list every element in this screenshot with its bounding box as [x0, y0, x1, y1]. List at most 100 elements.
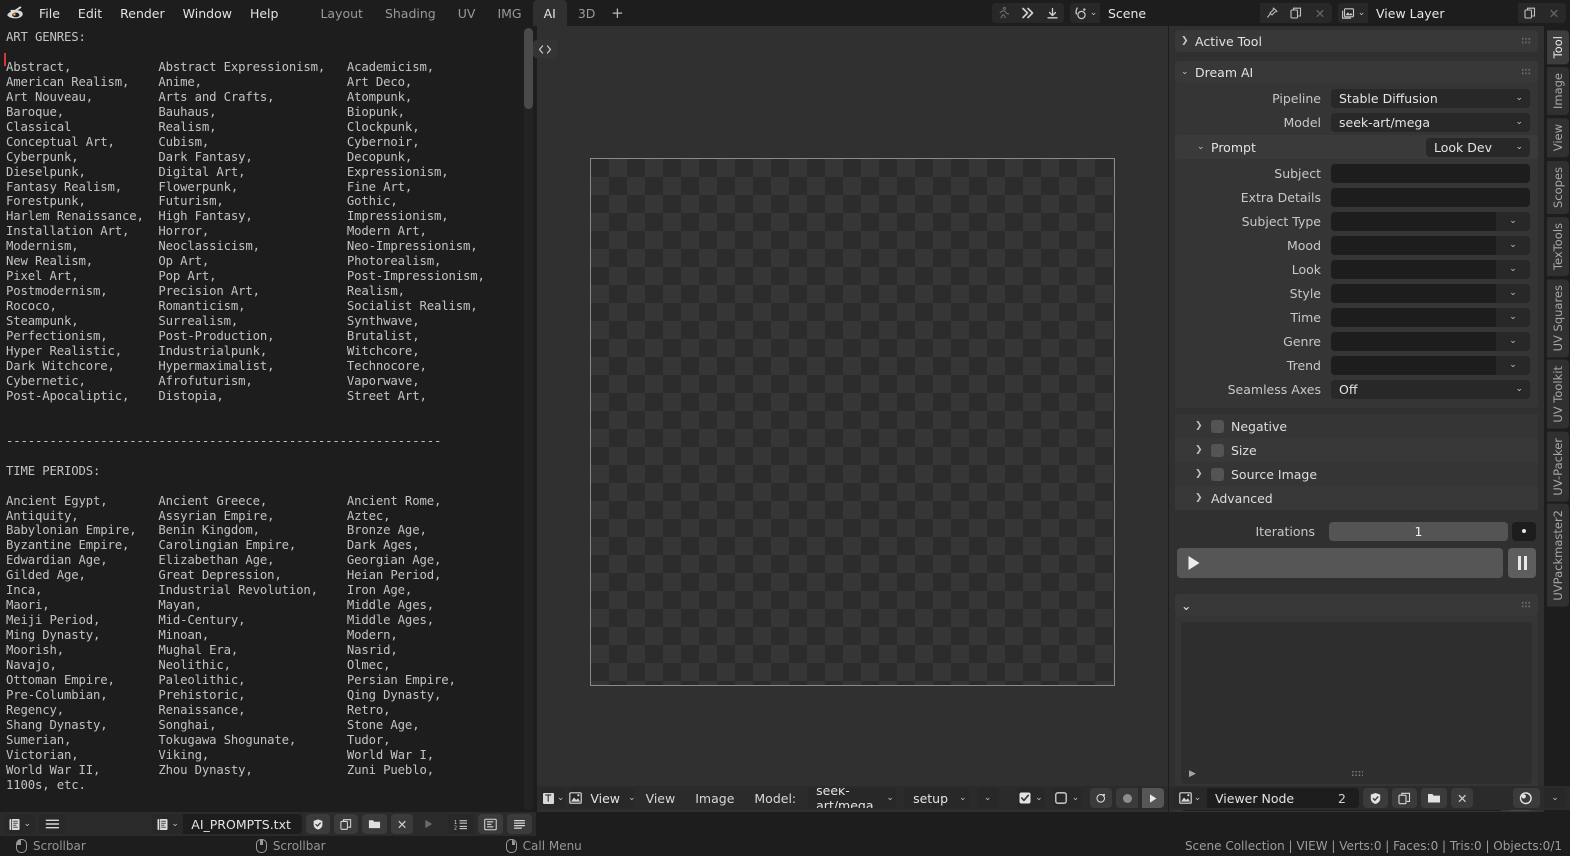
run-script-icon[interactable]: [417, 814, 440, 834]
negative-checkbox[interactable]: [1211, 419, 1224, 433]
text-datablock-selector[interactable]: ⌄ AI_PROMPTS.txt: [152, 814, 303, 834]
unlink-text-icon[interactable]: ✕: [391, 814, 414, 834]
display-channel-toggle[interactable]: ⌄: [1053, 788, 1082, 808]
subpanel-size[interactable]: ❯ Size: [1175, 438, 1538, 462]
unlink-image-icon[interactable]: ✕: [1451, 788, 1474, 808]
time-input[interactable]: ⌄: [1331, 307, 1530, 327]
new-image-icon[interactable]: [1392, 788, 1417, 808]
pipeline-dropdown[interactable]: Stable Diffusion ⌄: [1331, 88, 1530, 108]
checkbox-checked-icon[interactable]: [1017, 788, 1033, 808]
viewer-node-name[interactable]: Viewer Node: [1207, 788, 1325, 808]
new-scene-icon[interactable]: [1284, 3, 1308, 23]
trend-input[interactable]: ⌄: [1331, 355, 1530, 375]
scene-selector[interactable]: ⌄ Scene ✕: [1070, 3, 1332, 23]
prop-tab-image[interactable]: Image: [1547, 67, 1569, 116]
preview-canvas[interactable]: ▶: [1181, 622, 1532, 784]
image-editor-image-menu[interactable]: Image: [687, 788, 742, 808]
view-layer-selector[interactable]: ⌄ View Layer ✕: [1338, 3, 1566, 23]
seamless-axes-dropdown[interactable]: Off ⌄: [1331, 379, 1530, 399]
extra-details-input[interactable]: [1331, 187, 1530, 207]
blender-logo-icon[interactable]: [0, 0, 30, 26]
panel-grip-icon[interactable]: [1521, 37, 1531, 45]
menu-edit[interactable]: Edit: [69, 3, 111, 23]
delete-scene-icon[interactable]: ✕: [1308, 3, 1332, 23]
subject-input[interactable]: [1331, 163, 1530, 183]
view-layer-name[interactable]: View Layer: [1368, 3, 1518, 23]
editor-type-selector[interactable]: ⌄: [4, 814, 36, 834]
subpanel-prompt[interactable]: ⌄ Prompt Look Dev ⌄: [1175, 135, 1538, 159]
setup-value[interactable]: setup: [904, 788, 957, 808]
text-editor-scroll-thumb[interactable]: [524, 28, 533, 109]
render-preview-icon[interactable]: [1089, 788, 1113, 808]
render-toggle-checked[interactable]: ⌄: [1016, 788, 1046, 808]
menu-window[interactable]: Window: [174, 3, 241, 23]
extra-options-dropdown[interactable]: ⌄: [976, 788, 999, 808]
new-text-icon[interactable]: [334, 814, 359, 834]
pause-button[interactable]: [1508, 548, 1536, 578]
image-display-chevron-icon[interactable]: ⌄: [1544, 788, 1566, 808]
add-workspace-icon[interactable]: +: [606, 0, 628, 26]
subject-type-input[interactable]: ⌄: [1331, 211, 1530, 231]
workspace-tab-3d[interactable]: 3D: [567, 0, 607, 26]
panel-preview[interactable]: ⌄: [1175, 594, 1538, 616]
area-split-handle[interactable]: [533, 40, 557, 58]
prop-tab-uv-toolkit[interactable]: UV Toolkit: [1547, 360, 1569, 429]
download-updates-icon[interactable]: [1040, 3, 1064, 23]
prop-tab-uv-packer[interactable]: UV-Packer: [1547, 431, 1569, 502]
menu-help[interactable]: Help: [241, 3, 288, 23]
style-input[interactable]: ⌄: [1331, 283, 1530, 303]
prop-tab-view[interactable]: View: [1547, 118, 1569, 158]
source-image-checkbox[interactable]: [1211, 467, 1224, 481]
delete-view-layer-icon[interactable]: ✕: [1542, 3, 1566, 23]
toggle-line-numbers-icon[interactable]: 12: [448, 814, 475, 834]
preview-resize-grip-icon[interactable]: [1350, 770, 1363, 777]
open-image-folder-icon[interactable]: [1421, 788, 1447, 808]
text-editor-scrollbar[interactable]: [524, 28, 533, 810]
look-input[interactable]: ⌄: [1331, 259, 1530, 279]
text-filename[interactable]: AI_PROMPTS.txt: [183, 814, 303, 834]
fake-user-shield-icon[interactable]: [1363, 788, 1388, 808]
chevron-down-icon[interactable]: ⌄: [1496, 259, 1530, 279]
workspace-tab-shading[interactable]: Shading: [374, 0, 447, 26]
genre-value[interactable]: [1331, 331, 1496, 351]
prop-tab-scopes[interactable]: Scopes: [1547, 160, 1569, 214]
mood-value[interactable]: [1331, 235, 1496, 255]
prop-tab-uvpackmaster2[interactable]: UVPackmaster2: [1547, 504, 1569, 608]
prop-tab-uv-squares[interactable]: UV Squares: [1547, 278, 1569, 358]
iterations-input[interactable]: 1: [1329, 521, 1508, 541]
model-dropdown[interactable]: seek-art/mega ⌄: [808, 788, 897, 808]
panel-active-tool[interactable]: ❯ Active Tool: [1175, 30, 1538, 52]
genre-input[interactable]: ⌄: [1331, 331, 1530, 351]
subject-type-value[interactable]: [1331, 211, 1496, 231]
scene-name[interactable]: Scene: [1100, 3, 1260, 23]
animate-property-icon[interactable]: [1512, 521, 1536, 541]
model-value[interactable]: seek-art/mega: [808, 788, 884, 808]
lookdev-dropdown[interactable]: Look Dev ⌄: [1426, 137, 1530, 157]
toggle-word-wrap-icon[interactable]: [478, 814, 504, 834]
chevron-down-icon[interactable]: ⌄: [1496, 331, 1530, 351]
mood-input[interactable]: ⌄: [1331, 235, 1530, 255]
toggle-syntax-highlight-icon[interactable]: [507, 814, 533, 834]
subpanel-advanced[interactable]: ❯ Advanced: [1175, 486, 1538, 510]
workspace-tab-layout[interactable]: Layout: [309, 0, 374, 26]
menu-file[interactable]: File: [30, 3, 69, 23]
size-checkbox[interactable]: [1211, 443, 1224, 457]
prop-tab-textools[interactable]: TexTools: [1547, 216, 1569, 276]
text-editor-content[interactable]: ART GENRES: Abstract, Abstract Expressio…: [0, 26, 522, 812]
chevron-down-icon[interactable]: ⌄: [1496, 307, 1530, 327]
panel-grip-icon[interactable]: [1521, 68, 1531, 76]
viewer-image-selector[interactable]: ⌄ Viewer Node 2: [1173, 788, 1359, 808]
pin-scene-icon[interactable]: [1260, 3, 1284, 23]
image-display-mode-icon[interactable]: [1513, 788, 1540, 808]
chevron-down-icon[interactable]: ⌄: [1496, 355, 1530, 375]
new-view-layer-icon[interactable]: [1518, 3, 1542, 23]
panel-dream-ai[interactable]: ⌄ Dream AI: [1175, 61, 1538, 83]
fake-user-shield-icon[interactable]: [306, 814, 331, 834]
checkbox-unchecked-icon[interactable]: [1053, 788, 1069, 808]
view-mode-label[interactable]: View: [582, 788, 628, 808]
menu-render[interactable]: Render: [111, 3, 174, 23]
workspace-tab-ai[interactable]: AI: [532, 0, 567, 26]
look-value[interactable]: [1331, 259, 1496, 279]
model-dropdown[interactable]: seek-art/mega ⌄: [1331, 112, 1530, 132]
subpanel-negative[interactable]: ❯ Negative: [1175, 414, 1538, 438]
